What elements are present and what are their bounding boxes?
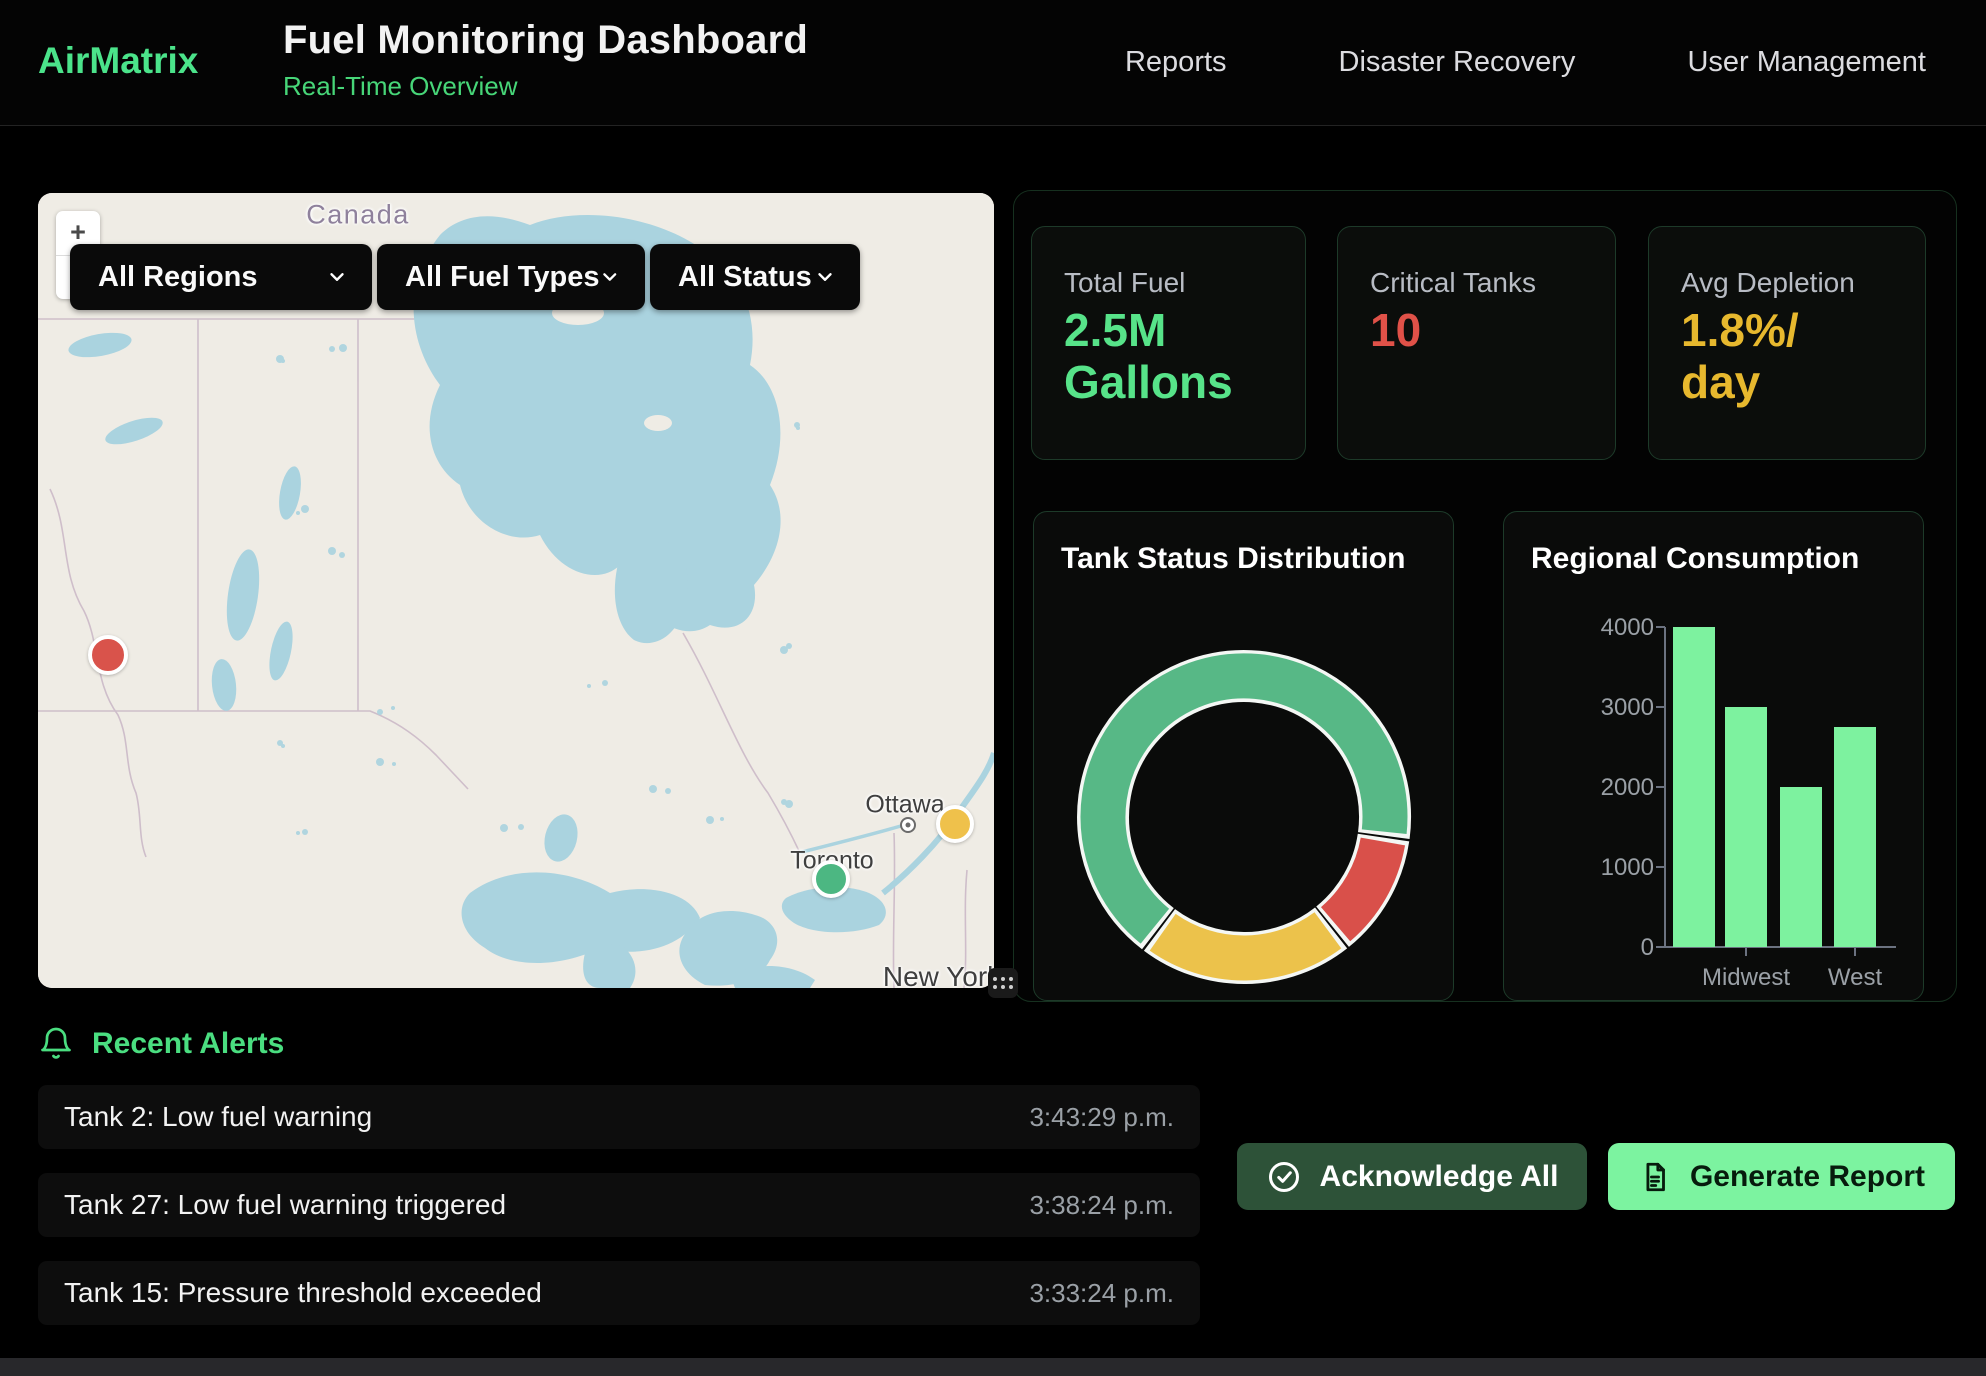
city-marker-ottawa bbox=[901, 818, 915, 832]
stat-label: Total Fuel bbox=[1064, 267, 1305, 299]
title-block: Fuel Monitoring Dashboard Real-Time Over… bbox=[283, 18, 808, 102]
stat-value: 2.5M bbox=[1064, 305, 1305, 357]
tank-marker-warning[interactable] bbox=[936, 805, 974, 843]
resize-handle-icon[interactable] bbox=[988, 968, 1018, 998]
filter-label: All Status bbox=[678, 261, 812, 294]
stat-value: 10 bbox=[1370, 305, 1615, 357]
nav-user-management[interactable]: User Management bbox=[1687, 46, 1926, 79]
generate-report-label: Generate Report bbox=[1690, 1160, 1925, 1194]
svg-text:1000: 1000 bbox=[1601, 854, 1654, 881]
alerts-header: Recent Alerts bbox=[38, 1026, 284, 1062]
alert-message: Tank 27: Low fuel warning triggered bbox=[64, 1189, 506, 1221]
svg-text:3000: 3000 bbox=[1601, 694, 1654, 721]
header: AirMatrix Fuel Monitoring Dashboard Real… bbox=[0, 0, 1986, 126]
alert-row[interactable]: Tank 15: Pressure threshold exceeded 3:33… bbox=[38, 1261, 1200, 1325]
stat-label: Avg Depletion bbox=[1681, 267, 1925, 299]
tank-status-card: Tank Status Distribution bbox=[1033, 511, 1454, 1001]
alerts-list: Tank 2: Low fuel warning3:43:29 p.m.Tank… bbox=[38, 1085, 1200, 1349]
map-label-canada: Canada bbox=[306, 200, 410, 231]
acknowledge-all-button[interactable]: Acknowledge All bbox=[1237, 1143, 1587, 1210]
alert-timestamp: 3:43:29 p.m. bbox=[1029, 1102, 1174, 1133]
alerts-title: Recent Alerts bbox=[92, 1027, 284, 1061]
tank-marker-critical[interactable] bbox=[88, 635, 128, 675]
bar-Midwest bbox=[1725, 707, 1767, 947]
chevron-down-icon bbox=[326, 266, 348, 288]
regional-consumption-card: Regional Consumption 01000200030004000Mi… bbox=[1503, 511, 1924, 1001]
svg-text:West: West bbox=[1828, 964, 1883, 991]
map-filter-bar: All Regions All Fuel Types All Status bbox=[70, 244, 860, 310]
stat-value: day bbox=[1681, 357, 1925, 409]
filter-all-regions[interactable]: All Regions bbox=[70, 244, 372, 310]
stat-value: 1.8%/ bbox=[1681, 305, 1925, 357]
check-circle-icon bbox=[1266, 1159, 1302, 1195]
stat-value: Gallons bbox=[1064, 357, 1305, 409]
bar-region-3 bbox=[1780, 787, 1822, 947]
tank-marker-normal[interactable] bbox=[812, 860, 850, 898]
alert-timestamp: 3:33:24 p.m. bbox=[1029, 1278, 1174, 1309]
svg-text:4000: 4000 bbox=[1601, 614, 1654, 641]
nav-reports[interactable]: Reports bbox=[1125, 46, 1227, 79]
page-title: Fuel Monitoring Dashboard bbox=[283, 18, 808, 63]
filter-label: All Fuel Types bbox=[405, 261, 599, 294]
alert-row[interactable]: Tank 27: Low fuel warning triggered 3:38:… bbox=[38, 1173, 1200, 1237]
fuel-monitoring-dashboard: AirMatrix Fuel Monitoring Dashboard Real… bbox=[0, 0, 1986, 1376]
chevron-down-icon bbox=[814, 266, 836, 288]
regional-consumption-bar-chart: 0 1000 2000 3000 4000 Midwest West bbox=[1504, 512, 1925, 1002]
svg-text:0: 0 bbox=[1641, 934, 1654, 961]
map-panel[interactable]: CanadaOttawaTorontoNew York + − All Regi… bbox=[38, 193, 994, 988]
page-subtitle: Real-Time Overview bbox=[283, 71, 808, 102]
alert-message: Tank 2: Low fuel warning bbox=[64, 1101, 372, 1133]
main-nav: Reports Disaster Recovery User Management bbox=[1125, 0, 1926, 125]
bell-icon bbox=[38, 1026, 74, 1062]
stat-card-total-fuel: Total Fuel 2.5MGallons bbox=[1031, 226, 1306, 460]
svg-text:Midwest: Midwest bbox=[1702, 964, 1790, 991]
nav-disaster-recovery[interactable]: Disaster Recovery bbox=[1339, 46, 1576, 79]
brand-logo[interactable]: AirMatrix bbox=[38, 40, 198, 82]
bottom-scrollbar[interactable] bbox=[0, 1358, 1986, 1376]
svg-text:2000: 2000 bbox=[1601, 774, 1654, 801]
bar-region-1 bbox=[1673, 627, 1715, 947]
generate-report-button[interactable]: Generate Report bbox=[1608, 1143, 1955, 1210]
alert-row[interactable]: Tank 2: Low fuel warning 3:43:29 p.m. bbox=[38, 1085, 1200, 1149]
filter-label: All Regions bbox=[98, 261, 258, 294]
stat-card-critical-tanks: Critical Tanks 10 bbox=[1337, 226, 1616, 460]
stat-label: Critical Tanks bbox=[1370, 267, 1615, 299]
filter-all-status[interactable]: All Status bbox=[650, 244, 860, 310]
alert-message: Tank 15: Pressure threshold exceeded bbox=[64, 1277, 542, 1309]
bar-West bbox=[1834, 727, 1876, 947]
tank-status-donut-chart bbox=[1034, 512, 1455, 1002]
overview-panel: Total Fuel 2.5MGallons Critical Tanks 10 Avg… bbox=[1013, 190, 1957, 1002]
filter-all-fuel-types[interactable]: All Fuel Types bbox=[377, 244, 645, 310]
chevron-down-icon bbox=[599, 266, 621, 288]
acknowledge-all-label: Acknowledge All bbox=[1320, 1160, 1559, 1194]
document-icon bbox=[1638, 1160, 1672, 1194]
stat-card-avg-depletion: Avg Depletion 1.8%/day bbox=[1648, 226, 1926, 460]
map-label-ottawa: Ottawa bbox=[865, 791, 944, 820]
alert-timestamp: 3:38:24 p.m. bbox=[1029, 1190, 1174, 1221]
map-label-new-york: New York bbox=[883, 961, 994, 988]
